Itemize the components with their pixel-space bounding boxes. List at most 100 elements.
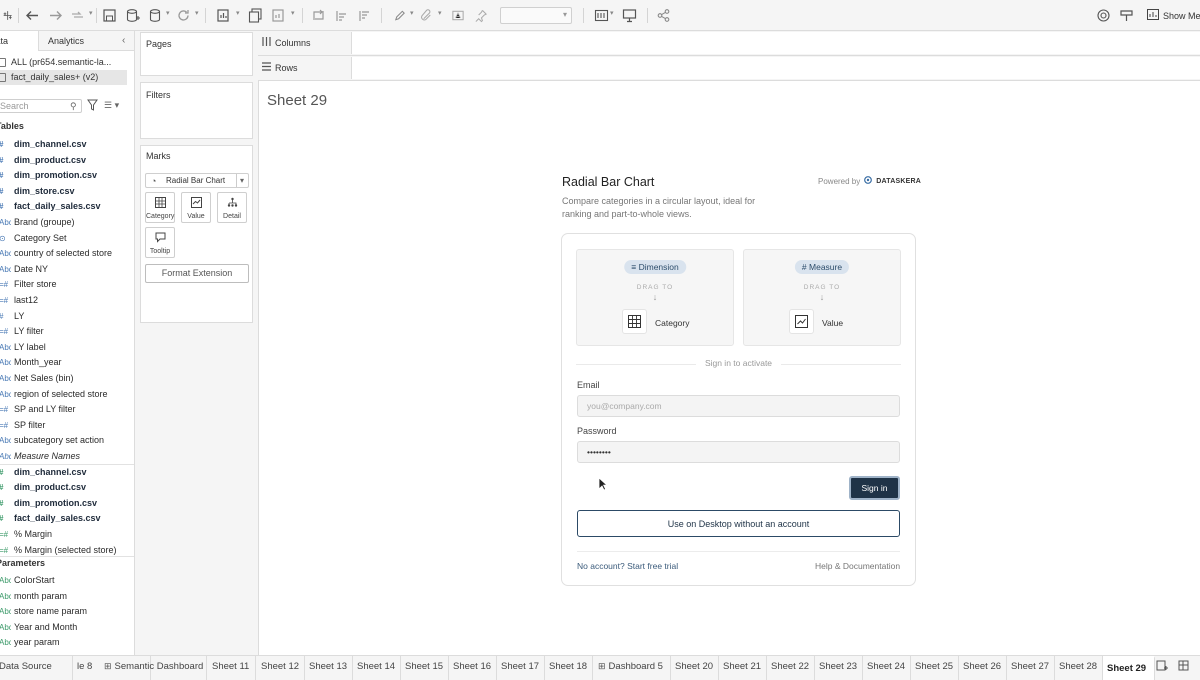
redo-icon[interactable] — [47, 7, 63, 24]
field-item[interactable]: =# % Margin — [0, 527, 134, 542]
sheet-tab[interactable]: Sheet 28 — [1055, 656, 1103, 680]
share-icon[interactable] — [656, 7, 671, 24]
pages-card[interactable]: Pages — [140, 32, 253, 76]
field-item[interactable]: #dim_product.csv — [0, 153, 134, 168]
new-worksheet-caret-icon[interactable]: ▾ — [236, 9, 240, 17]
sheet-tab[interactable]: Sheet 16 — [449, 656, 497, 680]
save-icon[interactable] — [101, 7, 117, 24]
group-caret-icon[interactable]: ▾ — [438, 9, 442, 17]
sheet-tab[interactable]: Sheet 23 — [815, 656, 863, 680]
mark-type-dropdown[interactable]: ◔ Radial Bar Chart ▾ — [145, 173, 249, 188]
free-trial-link[interactable]: No account? Start free trial — [577, 561, 678, 571]
field-item[interactable]: AbcBrand (groupe) — [0, 215, 134, 230]
dimension-slot[interactable]: ≡ Dimension DRAG TO ↓ Category — [576, 249, 734, 346]
field-item[interactable]: #dim_product.csv — [0, 480, 134, 495]
field-item[interactable]: Abcsubcategory set action — [0, 433, 134, 448]
clear-sheet-icon[interactable] — [270, 7, 287, 24]
category-mark-button[interactable]: Category — [145, 192, 175, 223]
new-worksheet-icon[interactable] — [215, 7, 232, 24]
filters-card[interactable]: Filters — [140, 82, 253, 139]
tab-analytics[interactable]: Analytics — [48, 36, 84, 46]
sheet-tab[interactable]: Sheet 14 — [353, 656, 401, 680]
filter-icon[interactable] — [87, 99, 98, 111]
columns-drop-zone[interactable] — [351, 32, 1200, 54]
sheet-tab[interactable]: Sheet 11 — [208, 656, 256, 680]
show-cards-caret-icon[interactable]: ▾ — [610, 9, 614, 17]
format-extension-button[interactable]: Format Extension — [145, 264, 249, 283]
sheet-tab[interactable]: ⊞ Semantic Dashboard — [100, 656, 207, 680]
parameter-item[interactable]: Abcstore name param — [0, 604, 134, 619]
sheet-tab[interactable]: Sheet 20 — [671, 656, 719, 680]
sheet-tab[interactable]: Sheet 22 — [767, 656, 815, 680]
field-item[interactable]: #dim_channel.csv — [0, 465, 134, 480]
help-docs-link[interactable]: Help & Documentation — [815, 561, 900, 571]
parameter-item[interactable]: AbcYear and Month — [0, 620, 134, 635]
ask-data-icon[interactable] — [1119, 7, 1134, 24]
pin-axes-icon[interactable] — [474, 7, 488, 24]
search-icon[interactable]: ⚲ — [70, 101, 77, 112]
password-field[interactable] — [577, 441, 900, 463]
new-data-source-icon[interactable] — [124, 7, 140, 24]
field-item[interactable]: #fact_daily_sales.csv — [0, 511, 134, 526]
undo-icon[interactable] — [24, 7, 40, 24]
sheet-tab[interactable]: Sheet 26 — [959, 656, 1007, 680]
sheet-tab[interactable]: Sheet 27 — [1007, 656, 1055, 680]
email-field[interactable] — [577, 395, 900, 417]
field-item[interactable]: #dim_promotion.csv — [0, 168, 134, 183]
sort-descending-icon[interactable] — [357, 7, 372, 24]
field-item[interactable]: =# LY filter — [0, 324, 134, 339]
sort-ascending-icon[interactable] — [334, 7, 349, 24]
field-item[interactable]: #dim_promotion.csv — [0, 496, 134, 511]
sheet-tab-active[interactable]: Sheet 29 — [1103, 656, 1155, 680]
field-item[interactable]: =# Filter store — [0, 277, 134, 292]
group-members-icon[interactable] — [420, 7, 434, 24]
rows-drop-zone[interactable] — [351, 57, 1200, 79]
refresh-icon[interactable] — [175, 7, 191, 24]
new-dashboard-icon[interactable] — [1177, 660, 1191, 674]
view-options-icon[interactable]: ☰ ▾ — [104, 100, 119, 111]
sheet-tab[interactable]: Sheet 17 — [497, 656, 545, 680]
field-item[interactable]: Abccountry of selected store — [0, 246, 134, 261]
new-worksheet-icon[interactable] — [1155, 660, 1169, 674]
sheet-tab[interactable]: Sheet 15 — [401, 656, 449, 680]
parameter-item[interactable]: Abcmonth param — [0, 589, 134, 604]
duplicate-sheet-icon[interactable] — [247, 7, 264, 24]
dimension-pill[interactable]: ≡ Dimension — [624, 260, 686, 274]
tab-data[interactable]: Data — [0, 31, 39, 51]
field-item[interactable]: =# last12 — [0, 293, 134, 308]
field-item[interactable]: =# SP filter — [0, 418, 134, 433]
show-cards-icon[interactable] — [593, 7, 609, 24]
field-item[interactable]: AbcNet Sales (bin) — [0, 371, 134, 386]
sheet-tab[interactable]: Sheet 25 — [911, 656, 959, 680]
parameter-item[interactable]: AbcColorStart — [0, 573, 134, 588]
field-item[interactable]: AbcLY label — [0, 340, 134, 355]
highlight-caret-icon[interactable]: ▾ — [410, 9, 414, 17]
measure-slot[interactable]: # Measure DRAG TO ↓ Value — [743, 249, 901, 346]
refresh-caret-icon[interactable]: ▾ — [195, 9, 199, 17]
field-item[interactable]: =# SP and LY filter — [0, 402, 134, 417]
use-desktop-button[interactable]: Use on Desktop without an account — [577, 510, 900, 537]
datasource-item[interactable]: fact_daily_sales+ (v2) — [0, 70, 127, 85]
replay-caret-icon[interactable]: ▾ — [89, 9, 93, 17]
highlight-icon[interactable] — [393, 7, 407, 24]
swap-rows-columns-icon[interactable] — [311, 7, 326, 24]
fit-width-dropdown[interactable] — [500, 7, 572, 24]
data-caret-icon[interactable]: ▾ — [166, 9, 170, 17]
field-item[interactable]: #dim_channel.csv — [0, 137, 134, 152]
pause-updates-icon[interactable] — [147, 7, 163, 24]
field-item[interactable]: AbcDate NY — [0, 262, 134, 277]
data-guide-icon[interactable] — [1096, 7, 1111, 24]
field-item[interactable]: AbcMeasure Names — [0, 449, 134, 464]
measure-pill[interactable]: # Measure — [794, 260, 850, 274]
field-item[interactable]: #dim_store.csv — [0, 184, 134, 199]
sheet-tab[interactable]: Sheet 21 — [719, 656, 767, 680]
tableau-logo-icon[interactable] — [3, 7, 13, 24]
sheet-tab[interactable]: Sheet 13 — [305, 656, 353, 680]
show-me-button[interactable]: Show Me — [1147, 9, 1200, 22]
field-item[interactable]: #fact_daily_sales.csv — [0, 199, 134, 214]
sheet-tab[interactable]: Sheet 12 — [257, 656, 305, 680]
field-item[interactable]: #LY — [0, 309, 134, 324]
detail-mark-button[interactable]: Detail — [217, 192, 247, 223]
sheet-tab[interactable]: Sheet 24 — [863, 656, 911, 680]
field-item[interactable]: ⊙Category Set — [0, 231, 134, 246]
